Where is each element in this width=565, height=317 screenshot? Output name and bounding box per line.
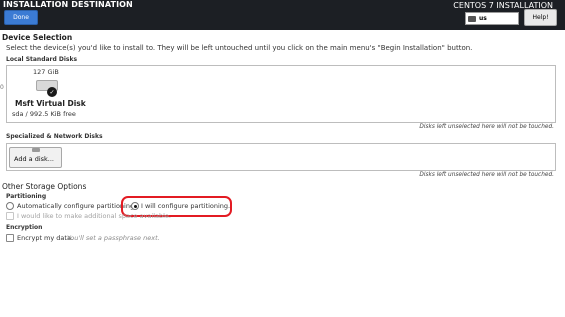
manual-partitioning-label[interactable]: I will configure partitioning. bbox=[141, 202, 230, 210]
device-selection-description: Select the device(s) you'd like to insta… bbox=[6, 44, 473, 52]
disk-meta: sda / 992.5 KiB free bbox=[12, 110, 76, 118]
keyboard-icon bbox=[468, 15, 476, 22]
additional-space-label: I would like to make additional space av… bbox=[17, 212, 171, 220]
add-disk-label[interactable]: Add a disk... bbox=[14, 155, 54, 163]
disk-icon bbox=[32, 148, 40, 152]
specialized-disks-heading: Specialized & Network Disks bbox=[6, 133, 103, 140]
help-button[interactable]: Help! bbox=[524, 9, 557, 26]
manual-partitioning-radio[interactable] bbox=[131, 202, 139, 210]
checkmark-icon: ✓ bbox=[47, 87, 57, 97]
specialized-disks-panel bbox=[6, 143, 556, 171]
other-storage-heading: Other Storage Options bbox=[2, 182, 87, 191]
local-disks-panel bbox=[6, 65, 556, 123]
disk-size: 127 GiB bbox=[33, 68, 59, 76]
auto-partitioning-label[interactable]: Automatically configure partitioning. bbox=[17, 202, 136, 210]
encryption-heading: Encryption bbox=[6, 224, 43, 231]
device-selection-heading: Device Selection bbox=[2, 33, 73, 42]
additional-space-checkbox bbox=[6, 212, 14, 220]
auto-partitioning-radio[interactable] bbox=[6, 202, 14, 210]
unselected-disks-note: Disks left unselected here will not be t… bbox=[419, 124, 554, 130]
done-button[interactable]: Done bbox=[4, 10, 38, 25]
disk-name: Msft Virtual Disk bbox=[15, 99, 86, 108]
local-standard-disks-heading: Local Standard Disks bbox=[6, 56, 78, 63]
keyboard-layout-indicator[interactable]: us bbox=[465, 12, 519, 25]
encrypt-data-checkbox[interactable] bbox=[6, 234, 14, 242]
panel-left-marker: 0 bbox=[0, 84, 4, 91]
keyboard-layout-text: us bbox=[479, 15, 487, 22]
encrypt-data-label[interactable]: Encrypt my data. bbox=[17, 234, 73, 242]
top-bar: INSTALLATION DESTINATION Done CENTOS 7 I… bbox=[0, 0, 565, 30]
page-title: INSTALLATION DESTINATION bbox=[3, 0, 133, 9]
partitioning-heading: Partitioning bbox=[6, 193, 47, 200]
specialized-disks-note: Disks left unselected here will not be t… bbox=[419, 172, 554, 178]
encrypt-hint: You'll set a passphrase next. bbox=[67, 234, 160, 242]
